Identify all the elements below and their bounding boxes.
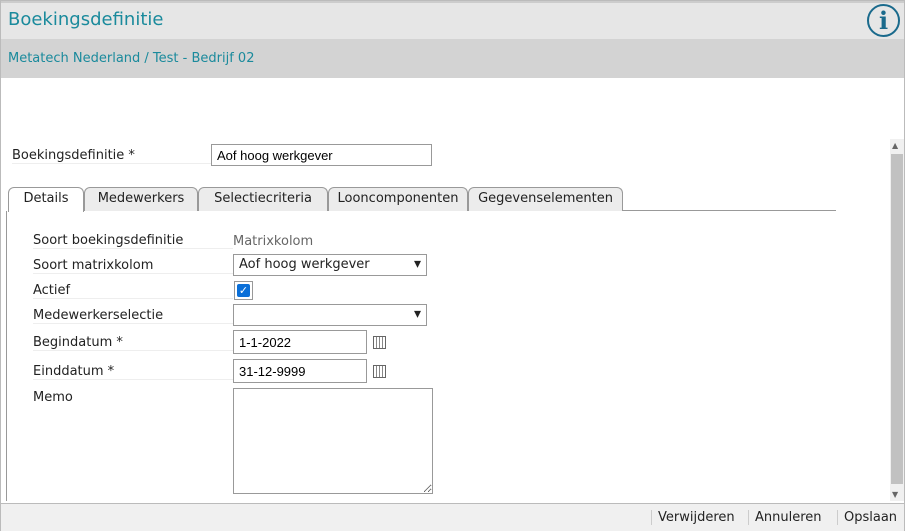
memo-label: Memo bbox=[33, 390, 73, 405]
info-icon[interactable]: i bbox=[867, 4, 900, 37]
footer: Verwijderen Annuleren Opslaan bbox=[1, 503, 904, 531]
check-icon: ✓ bbox=[237, 284, 250, 297]
name-label: Boekingsdefinitie * bbox=[12, 148, 212, 164]
begin-input[interactable] bbox=[233, 330, 367, 354]
tab-selectiecriteria[interactable]: Selectiecriteria bbox=[198, 187, 328, 211]
name-input[interactable] bbox=[211, 144, 432, 166]
eind-label: Einddatum * bbox=[33, 364, 233, 380]
matrix-select-value: Aof hoog werkgever bbox=[239, 257, 370, 272]
cancel-button[interactable]: Annuleren bbox=[748, 510, 822, 525]
tab-medewerkers[interactable]: Medewerkers bbox=[84, 187, 198, 211]
tab-bar: Details Medewerkers Selectiecriteria Loo… bbox=[8, 187, 836, 212]
scrollbar-thumb[interactable] bbox=[891, 154, 903, 484]
save-button[interactable]: Opslaan bbox=[837, 510, 897, 525]
actief-label: Actief bbox=[33, 283, 233, 299]
matrix-select[interactable]: Aof hoog werkgever bbox=[233, 254, 427, 276]
header: Boekingsdefinitie i bbox=[1, 1, 904, 39]
scrollbar[interactable]: ▲ ▼ bbox=[890, 139, 904, 501]
breadcrumb: Metatech Nederland / Test - Bedrijf 02 bbox=[8, 51, 255, 66]
selectie-select[interactable] bbox=[233, 304, 427, 326]
scroll-down-icon[interactable]: ▼ bbox=[892, 490, 898, 499]
memo-textarea[interactable] bbox=[233, 388, 433, 494]
eind-input[interactable] bbox=[233, 359, 367, 383]
actief-checkbox[interactable]: ✓ bbox=[234, 281, 253, 300]
begin-label: Begindatum * bbox=[33, 335, 233, 351]
delete-button[interactable]: Verwijderen bbox=[651, 510, 735, 525]
tab-gegevenselementen[interactable]: Gegevenselementen bbox=[468, 187, 623, 211]
calendar-icon[interactable] bbox=[373, 336, 386, 349]
tab-looncomponenten[interactable]: Looncomponenten bbox=[328, 187, 468, 211]
scroll-up-icon[interactable]: ▲ bbox=[892, 141, 898, 150]
breadcrumb-bar: Metatech Nederland / Test - Bedrijf 02 bbox=[1, 39, 904, 78]
tab-details[interactable]: Details bbox=[8, 187, 84, 212]
page-title: Boekingsdefinitie bbox=[8, 9, 164, 30]
soort-label: Soort boekingsdefinitie bbox=[33, 233, 233, 249]
matrix-label: Soort matrixkolom bbox=[33, 258, 233, 274]
panel-border bbox=[6, 211, 7, 501]
soort-value: Matrixkolom bbox=[233, 234, 314, 249]
calendar-icon[interactable] bbox=[373, 365, 386, 378]
selectie-label: Medewerkerselectie bbox=[33, 308, 233, 324]
